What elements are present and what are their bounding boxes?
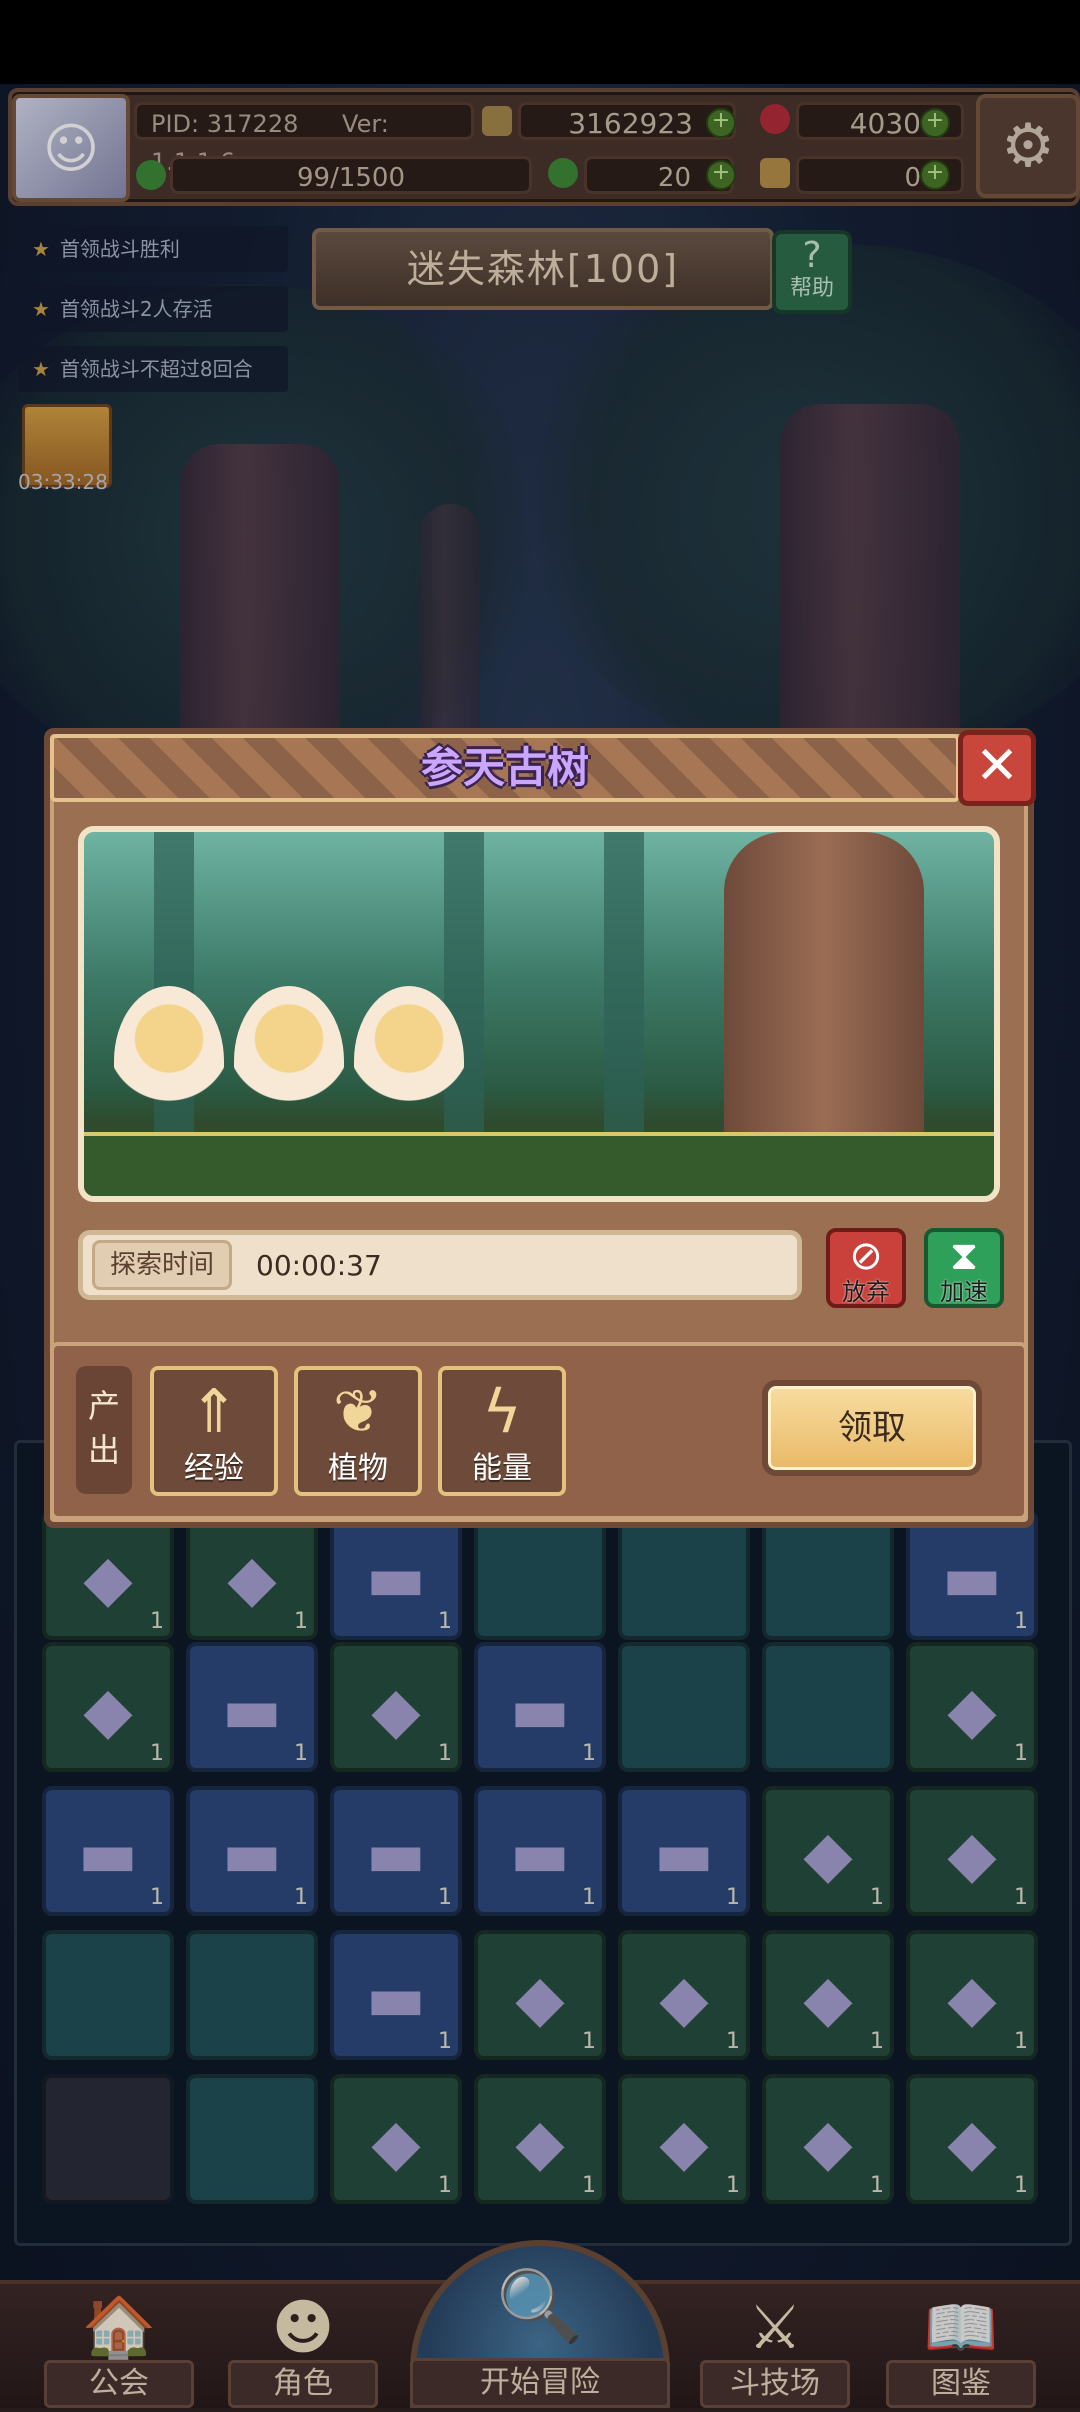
output-exp-label: 经验 (184, 1451, 244, 1486)
give-up-button[interactable]: ⊘ 放弃 (826, 1228, 906, 1308)
output-label: 产出 (76, 1366, 132, 1494)
output-exp[interactable]: ⇑ 经验 (150, 1366, 278, 1496)
hero-sprite (354, 986, 464, 1136)
speed-up-button[interactable]: ⧗ 加速 (924, 1228, 1004, 1308)
leaf-icon: ❦ (332, 1377, 384, 1447)
hourglass-icon: ⧗ (949, 1233, 979, 1279)
exp-arrow-icon: ⇑ (188, 1377, 240, 1447)
lightning-icon: ϟ (482, 1377, 522, 1447)
speed-up-label: 加速 (940, 1278, 988, 1306)
output-plant-label: 植物 (328, 1451, 388, 1486)
exploration-scene (78, 826, 1000, 1202)
giant-tree-image (724, 832, 924, 1152)
claim-button[interactable]: 领取 (762, 1380, 982, 1476)
output-energy-label: 能量 (472, 1451, 532, 1486)
explore-time-value: 00:00:37 (256, 1249, 382, 1282)
output-energy[interactable]: ϟ 能量 (438, 1366, 566, 1496)
output-plant[interactable]: ❦ 植物 (294, 1366, 422, 1496)
give-up-label: 放弃 (842, 1278, 890, 1306)
hero-sprite (234, 986, 344, 1136)
stop-icon: ⊘ (849, 1233, 883, 1279)
hero-sprite (114, 986, 224, 1136)
close-icon[interactable]: ✕ (958, 730, 1036, 806)
explore-time-label: 探索时间 (92, 1240, 232, 1290)
dialog-title: 参天古树 (50, 734, 960, 802)
